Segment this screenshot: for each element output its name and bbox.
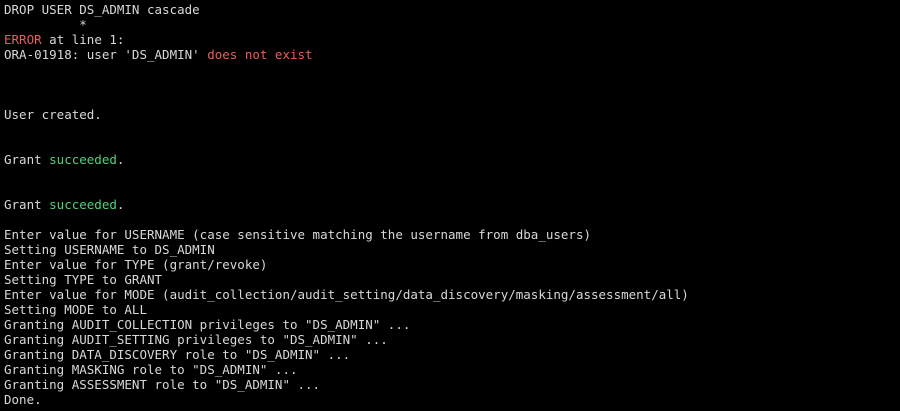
output-text: Setting TYPE to GRANT <box>4 272 163 287</box>
error-text: ERROR <box>4 32 42 47</box>
output-text: Enter value for MODE (audit_collection/a… <box>4 287 689 302</box>
error-text: does not exist <box>207 47 313 62</box>
terminal-line: Granting DATA_DISCOVERY role to "DS_ADMI… <box>4 347 900 362</box>
success-text: succeeded <box>49 152 117 167</box>
terminal-line: Enter value for MODE (audit_collection/a… <box>4 287 900 302</box>
output-text: Granting AUDIT_SETTING privileges to "DS… <box>4 332 388 347</box>
terminal-line: Enter value for USERNAME (case sensitive… <box>4 227 900 242</box>
output-text: Grant <box>4 197 50 212</box>
output-text: Setting USERNAME to DS_ADMIN <box>4 242 215 257</box>
output-text: DROP USER DS_ADMIN cascade <box>4 2 200 17</box>
output-text: * <box>4 17 87 32</box>
terminal-line: Granting ASSESSMENT role to "DS_ADMIN" .… <box>4 377 900 392</box>
output-text: Done. <box>4 392 42 407</box>
output-text: User created. <box>4 107 102 122</box>
success-text: succeeded <box>49 197 117 212</box>
terminal-line: ERROR at line 1: <box>4 32 900 47</box>
terminal-line: Enter value for TYPE (grant/revoke) <box>4 257 900 272</box>
terminal-line: ORA-01918: user 'DS_ADMIN' does not exis… <box>4 47 900 62</box>
terminal-line: User created. <box>4 107 900 122</box>
terminal-line: Setting MODE to ALL <box>4 302 900 317</box>
terminal-line: Grant succeeded. <box>4 197 900 212</box>
output-text: Granting MASKING role to "DS_ADMIN" ... <box>4 362 298 377</box>
output-text: Granting DATA_DISCOVERY role to "DS_ADMI… <box>4 347 351 362</box>
terminal-line: Setting TYPE to GRANT <box>4 272 900 287</box>
output-text: at line 1: <box>41 32 125 47</box>
terminal-line: * <box>4 17 900 32</box>
output-text: Grant <box>4 152 50 167</box>
terminal-line: Done. <box>4 392 900 407</box>
terminal-window[interactable]: DROP USER DS_ADMIN cascade * ERROR at lin… <box>0 0 900 411</box>
output-text: . <box>116 152 125 167</box>
terminal-line: Granting AUDIT_SETTING privileges to "DS… <box>4 332 900 347</box>
output-text: Enter value for TYPE (grant/revoke) <box>4 257 268 272</box>
output-text: Granting AUDIT_COLLECTION privileges to … <box>4 317 411 332</box>
output-text: . <box>116 197 125 212</box>
terminal-line: Grant succeeded. <box>4 152 900 167</box>
terminal-line: Granting AUDIT_COLLECTION privileges to … <box>4 317 900 332</box>
terminal-line: Granting MASKING role to "DS_ADMIN" ... <box>4 362 900 377</box>
output-text: ORA-01918: user 'DS_ADMIN' <box>4 47 208 62</box>
terminal-line: Setting USERNAME to DS_ADMIN <box>4 242 900 257</box>
terminal-output: DROP USER DS_ADMIN cascade * ERROR at lin… <box>4 2 900 407</box>
output-text: Enter value for USERNAME (case sensitive… <box>4 227 591 242</box>
output-text: Granting ASSESSMENT role to "DS_ADMIN" .… <box>4 377 321 392</box>
output-text: Setting MODE to ALL <box>4 302 147 317</box>
terminal-line: DROP USER DS_ADMIN cascade <box>4 2 900 17</box>
